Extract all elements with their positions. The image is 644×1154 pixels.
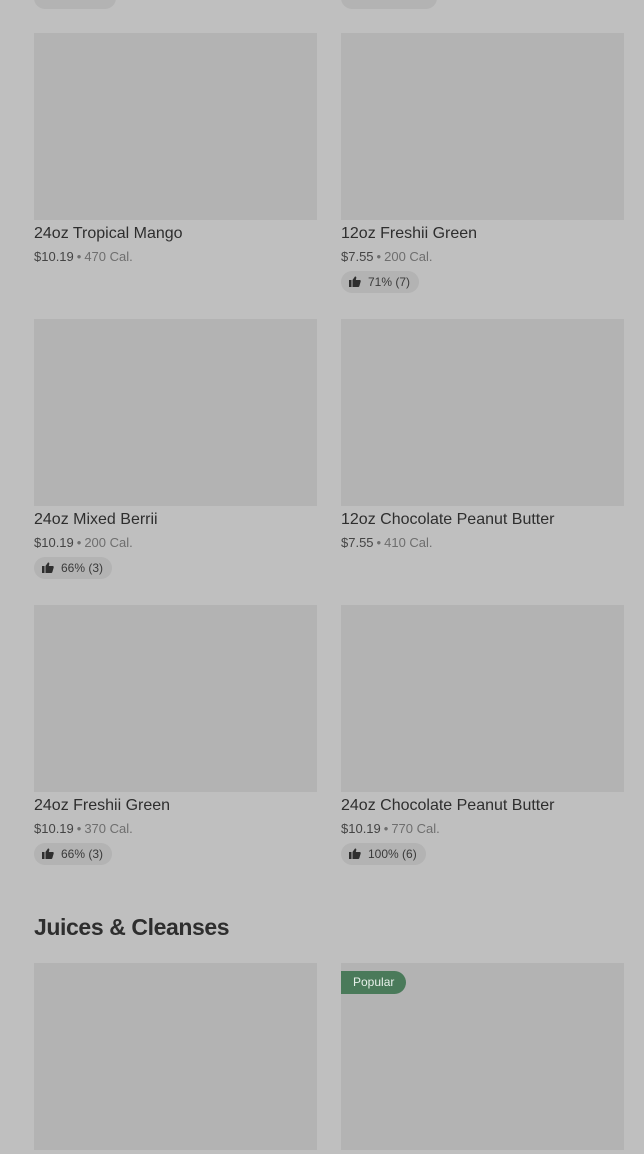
product-row: Popular	[34, 963, 644, 1154]
rating-badge: 66% (3)	[34, 843, 113, 865]
product-price: $7.55	[341, 249, 374, 264]
rating-text: 66% (3)	[61, 847, 104, 861]
product-price: $10.19	[34, 821, 74, 836]
product-image[interactable]	[34, 319, 317, 506]
product-name: 24oz Chocolate Peanut Butter	[341, 797, 555, 814]
product-meta: $10.19 • 770 Cal.	[341, 821, 440, 836]
product-card[interactable]: 24oz Freshii Green $10.19 • 370 Cal. 66% (…	[34, 605, 317, 881]
product-card[interactable]: 24oz Chocolate Peanut Butter $10.19 • 770 …	[341, 605, 624, 881]
product-card[interactable]: 12oz Freshii Green $7.55 • 200 Cal. 71% (7…	[341, 33, 624, 309]
product-calories: 370 Cal.	[84, 821, 133, 836]
thumbs-up-icon	[349, 848, 361, 859]
product-card[interactable]: Popular	[341, 963, 624, 1154]
product-meta: $10.19 • 370 Cal.	[34, 821, 133, 836]
product-name: 12oz Freshii Green	[341, 225, 478, 242]
thumbs-up-icon	[42, 848, 54, 859]
product-calories: 410 Cal.	[384, 535, 433, 550]
product-meta: $10.19 • 470 Cal.	[34, 249, 133, 264]
meta-separator: •	[76, 821, 82, 836]
rating-badge: 100% (6)	[341, 843, 426, 865]
product-card[interactable]: 24oz Mixed Berrii $10.19 • 200 Cal. 66% (3…	[34, 319, 317, 595]
product-image[interactable]	[341, 319, 624, 506]
product-name: 24oz Tropical Mango	[34, 225, 183, 242]
thumbs-up-icon	[349, 276, 361, 287]
product-calories: 470 Cal.	[84, 249, 133, 264]
rating-badge: 66% (3)	[34, 557, 113, 579]
product-price: $10.19	[34, 535, 74, 550]
product-meta: $7.55 • 200 Cal.	[341, 249, 433, 264]
meta-separator: •	[376, 249, 382, 264]
product-calories: 200 Cal.	[84, 535, 133, 550]
section-title: Juices & Cleanses	[34, 914, 230, 940]
rating-text: 71% (7)	[368, 275, 411, 289]
product-row: 24oz Mixed Berrii $10.19 • 200 Cal. 66% (3…	[34, 319, 644, 595]
rating-text: 100% (6)	[368, 847, 417, 861]
product-name: 12oz Chocolate Peanut Butter	[341, 511, 555, 528]
product-image[interactable]	[34, 33, 317, 220]
rating-pill-partial-right	[341, 0, 437, 9]
product-row: 24oz Freshii Green $10.19 • 370 Cal. 66% (…	[34, 605, 644, 881]
product-calories: 770 Cal.	[391, 821, 440, 836]
meta-separator: •	[376, 535, 382, 550]
product-meta: $10.19 • 200 Cal.	[34, 535, 133, 550]
rating-text: 66% (3)	[61, 561, 104, 575]
product-card[interactable]	[34, 963, 317, 1154]
product-card[interactable]: 12oz Chocolate Peanut Butter $7.55 • 410 C…	[341, 319, 624, 595]
rating-pill-partial-left	[34, 0, 116, 9]
thumbs-up-icon	[42, 562, 54, 573]
product-image[interactable]	[34, 605, 317, 792]
product-name: 24oz Mixed Berrii	[34, 511, 158, 528]
product-row: 24oz Tropical Mango $10.19 • 470 Cal. 12oz…	[34, 33, 644, 309]
product-meta: $7.55 • 410 Cal.	[341, 535, 433, 550]
meta-separator: •	[76, 249, 82, 264]
meta-separator: •	[76, 535, 82, 550]
product-price: $10.19	[341, 821, 381, 836]
product-name: 24oz Freshii Green	[34, 797, 171, 814]
meta-separator: •	[383, 821, 389, 836]
product-price: $10.19	[34, 249, 74, 264]
product-image[interactable]	[341, 605, 624, 792]
product-card[interactable]: 24oz Tropical Mango $10.19 • 470 Cal.	[34, 33, 317, 309]
popular-badge: Popular	[341, 971, 407, 994]
rating-badge: 71% (7)	[341, 271, 420, 293]
product-image[interactable]	[341, 33, 624, 220]
product-price: $7.55	[341, 535, 374, 550]
product-image[interactable]	[34, 963, 317, 1150]
product-calories: 200 Cal.	[384, 249, 433, 264]
